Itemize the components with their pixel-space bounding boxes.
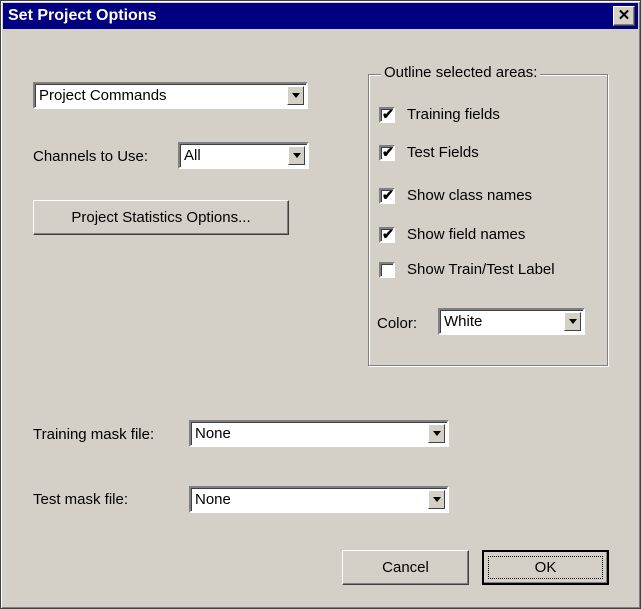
channels-select[interactable]: All: [178, 142, 309, 169]
show-field-names-label: Show field names: [407, 226, 526, 243]
check-icon: ✔: [382, 144, 394, 160]
training-mask-value: None: [195, 425, 231, 442]
project-commands-select[interactable]: Project Commands: [33, 82, 308, 109]
check-icon: ✔: [382, 226, 394, 242]
show-train-test-label-label: Show Train/Test Label: [407, 261, 555, 278]
outline-group-legend: Outline selected areas:: [381, 64, 541, 81]
training-mask-label: Training mask file:: [33, 426, 155, 443]
cancel-button[interactable]: Cancel: [342, 550, 469, 585]
channels-label: Channels to Use:: [33, 148, 149, 165]
test-fields-label: Test Fields: [407, 144, 479, 161]
color-label: Color:: [377, 315, 418, 332]
check-icon: ✔: [382, 106, 394, 122]
chevron-down-icon[interactable]: [564, 312, 581, 331]
ok-button[interactable]: OK: [482, 550, 609, 585]
test-fields-checkbox[interactable]: ✔: [379, 144, 395, 161]
chevron-down-icon[interactable]: [287, 86, 304, 105]
training-fields-label: Training fields: [407, 106, 500, 123]
show-field-names-checkbox[interactable]: ✔: [379, 226, 395, 243]
test-mask-value: None: [195, 491, 231, 508]
focus-rectangle: [488, 556, 603, 579]
show-class-names-checkbox[interactable]: ✔: [379, 187, 395, 204]
chevron-down-icon[interactable]: [428, 490, 445, 509]
dialog-title: Set Project Options: [8, 7, 157, 24]
dialog-window: Set Project Options ✕ Project Commands C…: [0, 0, 641, 609]
training-fields-checkbox[interactable]: ✔: [379, 106, 395, 123]
close-icon[interactable]: ✕: [613, 6, 635, 26]
test-mask-select[interactable]: None: [189, 486, 449, 513]
color-select[interactable]: White: [438, 308, 585, 335]
project-commands-value: Project Commands: [39, 87, 167, 104]
show-train-test-label-checkbox[interactable]: [379, 262, 395, 278]
project-statistics-options-button[interactable]: Project Statistics Options...: [33, 200, 289, 235]
chevron-down-icon[interactable]: [288, 146, 305, 165]
check-icon: ✔: [382, 187, 394, 203]
channels-value: All: [184, 147, 201, 164]
color-value: White: [444, 313, 483, 330]
test-mask-label: Test mask file:: [33, 491, 129, 508]
show-class-names-label: Show class names: [407, 187, 533, 204]
title-bar[interactable]: Set Project Options ✕: [3, 3, 638, 29]
chevron-down-icon[interactable]: [428, 424, 445, 443]
training-mask-select[interactable]: None: [189, 420, 449, 447]
